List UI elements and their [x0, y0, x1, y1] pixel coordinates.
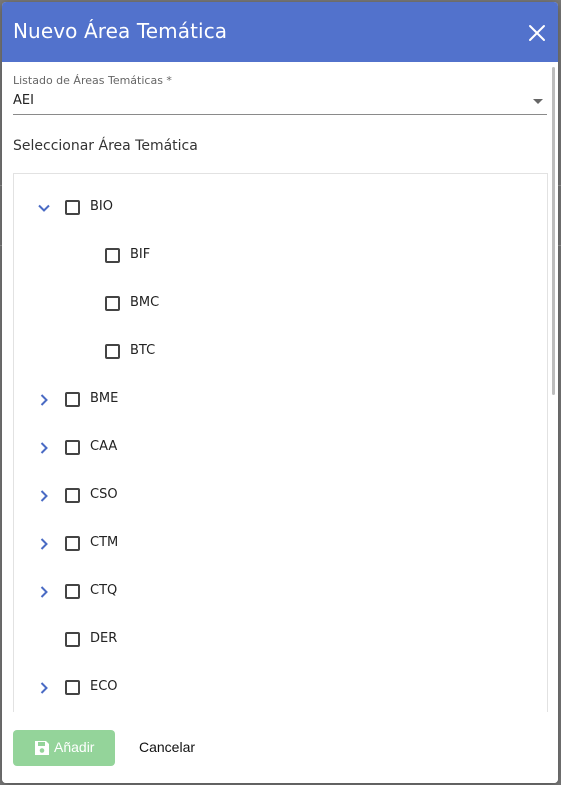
chevron-down-icon[interactable]: [36, 200, 52, 216]
close-button[interactable]: [526, 22, 548, 44]
tree-node-label: DER: [90, 631, 118, 646]
chevron-right-icon[interactable]: [36, 488, 52, 504]
tree-node[interactable]: BIO: [36, 196, 236, 220]
tree-node-label: BMC: [130, 295, 160, 310]
tree-node-label: BTC: [130, 343, 156, 358]
chevron-right-icon[interactable]: [36, 440, 52, 456]
tree-checkbox[interactable]: [65, 200, 80, 215]
dialog-header: Nuevo Área Temática: [2, 2, 558, 62]
vertical-scrollbar[interactable]: [552, 67, 555, 395]
chevron-right-icon[interactable]: [36, 536, 52, 552]
tree-node[interactable]: BME: [36, 388, 236, 412]
tree-node[interactable]: DER: [36, 628, 236, 652]
add-button-label: Añadir: [54, 739, 95, 755]
tree-node[interactable]: CSO: [36, 484, 236, 508]
tree-node-label: CSO: [90, 487, 118, 502]
cancel-button[interactable]: Cancelar: [127, 730, 207, 766]
section-title: Seleccionar Área Temática: [13, 138, 198, 154]
tree-node[interactable]: CTQ: [36, 580, 236, 604]
add-button[interactable]: Añadir: [13, 730, 115, 766]
tree-checkbox[interactable]: [105, 248, 120, 263]
tree-checkbox[interactable]: [65, 632, 80, 647]
tree-checkbox[interactable]: [65, 440, 80, 455]
tree-node-label: CTM: [90, 535, 119, 550]
tree-node[interactable]: CTM: [36, 532, 236, 556]
cancel-button-label: Cancelar: [139, 739, 196, 755]
tree-node[interactable]: CAA: [36, 436, 236, 460]
area-list-label: Listado de Áreas Temáticas *: [13, 74, 172, 87]
tree-checkbox[interactable]: [65, 536, 80, 551]
tree-node[interactable]: BTC: [36, 340, 236, 364]
tree-checkbox[interactable]: [105, 296, 120, 311]
tree-node-label: BIF: [130, 247, 151, 262]
chevron-right-icon[interactable]: [36, 680, 52, 696]
save-icon: [35, 741, 49, 755]
tree-checkbox[interactable]: [65, 488, 80, 503]
dropdown-arrow-icon[interactable]: [533, 99, 543, 104]
tree-checkbox[interactable]: [105, 344, 120, 359]
dialog: Nuevo Área Temática Listado de Áreas Tem…: [2, 2, 558, 783]
area-list-select[interactable]: AEI: [13, 93, 34, 108]
chevron-right-icon[interactable]: [36, 392, 52, 408]
tree-node-label: BIO: [90, 199, 113, 214]
dialog-title: Nuevo Área Temática: [13, 19, 228, 43]
dialog-footer: Añadir Cancelar: [2, 712, 558, 783]
tree-node-label: BME: [90, 391, 119, 406]
tree-checkbox[interactable]: [65, 584, 80, 599]
tree-checkbox[interactable]: [65, 680, 80, 695]
tree-node[interactable]: ECO: [36, 676, 236, 700]
chevron-right-icon[interactable]: [36, 584, 52, 600]
select-underline: [13, 114, 547, 115]
tree-node-label: CAA: [90, 439, 118, 454]
tree-node[interactable]: BMC: [36, 292, 236, 316]
tree-node-label: CTQ: [90, 583, 118, 598]
dialog-content: Listado de Áreas Temáticas * AEI Selecci…: [2, 62, 558, 712]
tree-node[interactable]: BIF: [36, 244, 236, 268]
close-icon: [529, 25, 545, 41]
tree-checkbox[interactable]: [65, 392, 80, 407]
tree-node-label: ECO: [90, 679, 118, 694]
area-tree: BIO BIF BMC BTC BME CAA CSO CTM CTQ DER …: [13, 173, 548, 712]
